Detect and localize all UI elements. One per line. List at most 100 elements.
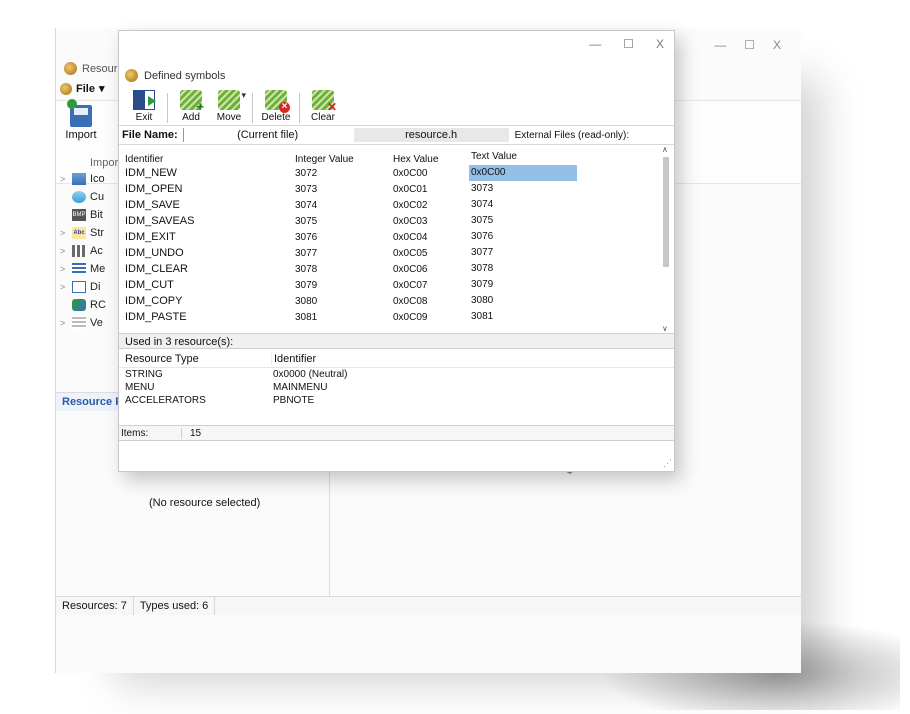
scrollbar-thumb[interactable] bbox=[663, 157, 669, 267]
text-value-cell[interactable]: 3075 bbox=[469, 213, 577, 229]
text-value-cell[interactable]: 3079 bbox=[469, 277, 577, 293]
chevron-right-icon[interactable]: > bbox=[60, 174, 68, 184]
integer-value-cell: 3073 bbox=[295, 183, 318, 195]
tree-item-label: Bit bbox=[90, 209, 103, 221]
text-value-cell[interactable]: 3074 bbox=[469, 197, 577, 213]
col-resource-type[interactable]: Resource Type bbox=[119, 353, 271, 365]
exit-label: Exit bbox=[135, 112, 153, 123]
dialog-window-controls: — ☐ X bbox=[589, 37, 664, 51]
delete-button[interactable]: Delete bbox=[257, 90, 295, 123]
chevron-right-icon[interactable]: > bbox=[60, 246, 68, 256]
items-count: 15 bbox=[190, 427, 202, 439]
usage-row[interactable]: ACCELERATORS PBNOTE bbox=[119, 394, 674, 407]
text-value-cell[interactable]: 3080 bbox=[469, 293, 577, 309]
integer-value-cell: 3080 bbox=[295, 295, 318, 307]
col-hex-value[interactable]: Hex Value bbox=[393, 154, 469, 165]
menu-file[interactable]: File bbox=[76, 83, 95, 95]
tree-item-label: Ac bbox=[90, 245, 103, 257]
chevron-right-icon[interactable]: > bbox=[60, 264, 68, 274]
table-row[interactable]: IDM_SAVEAS 3075 0x0C03 3075 bbox=[119, 213, 674, 229]
identifier-cell: IDM_NEW bbox=[125, 167, 177, 179]
identifier-cell: IDM_COPY bbox=[125, 295, 183, 307]
chevron-down-icon: ▾ bbox=[98, 83, 105, 95]
usage-row[interactable]: STRING 0x0000 (Neutral) bbox=[119, 368, 674, 381]
table-row[interactable]: IDM_CUT 3079 0x0C07 3079 bbox=[119, 277, 674, 293]
text-value-cell[interactable]: 3078 bbox=[469, 261, 577, 277]
resize-grip-icon[interactable]: ⋰ bbox=[663, 458, 672, 469]
symbols-table: Identifier Integer Value Hex Value Text … bbox=[119, 145, 674, 333]
table-row[interactable]: IDM_NEW 3072 0x0C00 0x0C00 bbox=[119, 165, 674, 181]
dialog-title-text: Defined symbols bbox=[144, 69, 226, 82]
usage-header: Resource Type Identifier bbox=[119, 351, 674, 368]
text-value-cell[interactable]: 3077 bbox=[469, 245, 577, 261]
identifier-cell: IDM_CLEAR bbox=[125, 263, 188, 275]
table-row[interactable]: IDM_UNDO 3077 0x0C05 3077 bbox=[119, 245, 674, 261]
integer-value-cell: 3081 bbox=[295, 311, 318, 323]
identifier-cell: IDM_SAVEAS bbox=[125, 215, 195, 227]
hex-value-cell: 0x0C01 bbox=[393, 183, 428, 195]
chevron-right-icon[interactable]: > bbox=[60, 318, 68, 328]
text-value-cell[interactable]: 3076 bbox=[469, 229, 577, 245]
table-row[interactable]: IDM_SAVE 3074 0x0C02 3074 bbox=[119, 197, 674, 213]
minimize-button[interactable]: — bbox=[589, 37, 601, 51]
table-row[interactable]: IDM_OPEN 3073 0x0C01 3073 bbox=[119, 181, 674, 197]
hex-value-cell: 0x0C00 bbox=[393, 167, 428, 179]
import-icon bbox=[67, 99, 92, 127]
chevron-right-icon[interactable]: > bbox=[60, 228, 68, 238]
maximize-button[interactable]: ☐ bbox=[744, 38, 755, 52]
accelerator-icon bbox=[72, 245, 86, 257]
tree-item-label: Ico bbox=[90, 173, 105, 185]
tree-item-label: Me bbox=[90, 263, 106, 275]
clear-button[interactable]: Clear bbox=[304, 90, 342, 123]
delete-symbol-icon bbox=[265, 90, 290, 113]
icon-resource-icon bbox=[72, 173, 86, 185]
dialog-icon bbox=[72, 281, 86, 293]
table-row[interactable]: IDM_CLEAR 3078 0x0C06 3078 bbox=[119, 261, 674, 277]
hex-value-cell: 0x0C07 bbox=[393, 279, 428, 291]
tab-resource-h[interactable]: resource.h bbox=[353, 128, 509, 142]
close-button[interactable]: X bbox=[656, 37, 664, 51]
main-window-title: Resourc bbox=[64, 62, 123, 75]
delete-label: Delete bbox=[261, 112, 291, 123]
text-value-cell[interactable]: 0x0C00 bbox=[469, 165, 577, 181]
ribbon-group-label: Impor bbox=[90, 157, 119, 169]
dialog-title: Defined symbols bbox=[125, 69, 225, 82]
col-identifier[interactable]: Identifier bbox=[119, 154, 295, 165]
toolbar-separator bbox=[167, 93, 168, 123]
scroll-down-icon[interactable]: ∨ bbox=[662, 324, 668, 333]
items-label: Items: bbox=[119, 427, 182, 439]
text-value-cell[interactable]: 3073 bbox=[469, 181, 577, 197]
resource-type-cell: MENU bbox=[125, 382, 155, 393]
hex-value-cell: 0x0C04 bbox=[393, 231, 428, 243]
main-title-text: Resourc bbox=[82, 62, 123, 75]
table-body: IDM_NEW 3072 0x0C00 0x0C00 IDM_OPEN 3073 0x0C0… bbox=[119, 165, 674, 325]
maximize-button[interactable]: ☐ bbox=[623, 37, 634, 51]
usage-row[interactable]: MENU MAINMENU bbox=[119, 381, 674, 394]
move-button[interactable]: Move bbox=[210, 90, 248, 123]
usage-table: Resource Type Identifier STRING 0x0000 (N… bbox=[119, 351, 674, 407]
hex-value-cell: 0x0C08 bbox=[393, 295, 428, 307]
close-button[interactable]: X bbox=[773, 38, 781, 52]
exit-button[interactable]: Exit bbox=[125, 90, 163, 123]
tree-item-label: Str bbox=[90, 227, 105, 239]
table-row[interactable]: IDM_EXIT 3076 0x0C04 3076 bbox=[119, 229, 674, 245]
col-usage-identifier[interactable]: Identifier bbox=[271, 353, 494, 365]
col-text-value[interactable]: Text Value bbox=[469, 149, 577, 165]
add-button[interactable]: Add bbox=[172, 90, 210, 123]
current-file-field[interactable]: (Current file) bbox=[182, 128, 352, 142]
table-row[interactable]: IDM_COPY 3080 0x0C08 3080 bbox=[119, 293, 674, 309]
col-integer-value[interactable]: Integer Value bbox=[295, 154, 393, 165]
import-button[interactable]: Import bbox=[60, 99, 102, 141]
table-row[interactable]: IDM_PASTE 3081 0x0C09 3081 bbox=[119, 309, 674, 325]
defined-symbols-dialog: — ☐ X Defined symbols Exit Add Move Dele… bbox=[118, 30, 675, 472]
text-value-cell[interactable]: 3081 bbox=[469, 309, 577, 325]
identifier-cell: IDM_PASTE bbox=[125, 311, 187, 323]
minimize-button[interactable]: — bbox=[714, 38, 726, 52]
toolbar-separator bbox=[299, 93, 300, 123]
scroll-up-icon[interactable]: ∧ bbox=[662, 145, 668, 154]
vertical-scrollbar[interactable]: ∧ ∨ bbox=[662, 145, 670, 333]
chevron-right-icon[interactable]: > bbox=[60, 282, 68, 292]
tab-external-files[interactable]: External Files (read-only): bbox=[509, 130, 629, 141]
usage-identifier-cell: MAINMENU bbox=[273, 382, 328, 393]
add-symbol-icon bbox=[180, 90, 204, 114]
